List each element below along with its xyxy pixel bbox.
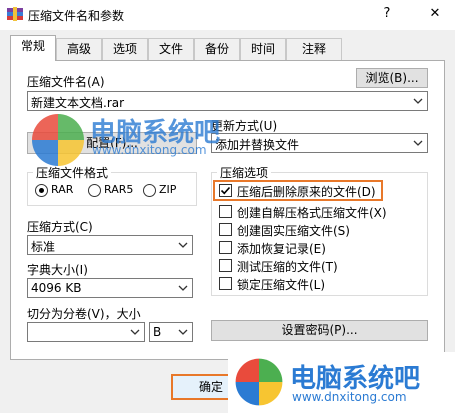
chevron-down-icon bbox=[178, 285, 188, 291]
chevron-down-icon bbox=[413, 140, 423, 146]
archive-name-input[interactable]: 新建文本文档.rar bbox=[27, 91, 428, 111]
winrar-icon bbox=[7, 7, 23, 21]
radio-rar5[interactable] bbox=[88, 184, 101, 197]
split-unit-select[interactable]: B bbox=[149, 322, 193, 342]
radio-rar5-label: RAR5 bbox=[104, 183, 134, 196]
option-label-test: 测试压缩的文件(T) bbox=[237, 260, 338, 274]
tab-comment[interactable]: 注释 bbox=[286, 38, 342, 60]
checkbox-solid[interactable] bbox=[219, 223, 232, 236]
dictionary-size-label: 字典大小(I) bbox=[27, 263, 88, 277]
watermark-logo-icon-bottom bbox=[235, 358, 283, 406]
close-button[interactable]: ✕ bbox=[424, 5, 446, 23]
watermark-url-top: www.dnxitong.com bbox=[92, 143, 207, 157]
set-password-button[interactable]: 设置密码(P)... bbox=[211, 320, 428, 341]
dictionary-size-select[interactable]: 4096 KB bbox=[27, 278, 193, 298]
option-label-delete-after: 压缩后删除原来的文件(D) bbox=[237, 185, 376, 199]
option-label-sfx: 创建自解压格式压缩文件(X) bbox=[237, 206, 387, 220]
update-mode-label: 更新方式(U) bbox=[211, 119, 278, 133]
radio-rar[interactable] bbox=[35, 184, 48, 197]
split-volume-input[interactable] bbox=[27, 322, 145, 342]
tab-advanced[interactable]: 高级 bbox=[56, 38, 102, 60]
option-label-lock: 锁定压缩文件(L) bbox=[237, 278, 326, 292]
tab-time[interactable]: 时间 bbox=[240, 38, 286, 60]
radio-zip[interactable] bbox=[143, 184, 156, 197]
tab-general[interactable]: 常规 bbox=[10, 35, 56, 61]
update-mode-select[interactable]: 添加并替换文件 bbox=[211, 133, 428, 153]
browse-button[interactable]: 浏览(B)... bbox=[356, 68, 428, 88]
checkmark-icon bbox=[220, 186, 231, 195]
watermark-logo-icon bbox=[32, 114, 84, 166]
archive-name-label: 压缩文件名(A) bbox=[27, 75, 105, 89]
tab-files[interactable]: 文件 bbox=[148, 38, 194, 60]
radio-rar-label: RAR bbox=[51, 183, 74, 196]
checkbox-delete-after[interactable] bbox=[219, 184, 232, 197]
compression-options-label: 压缩选项 bbox=[217, 164, 272, 181]
split-volume-label: 切分为分卷(V)，大小 bbox=[27, 307, 141, 321]
window-title: 压缩文件名和参数 bbox=[28, 9, 125, 23]
method-select[interactable]: 标准 bbox=[27, 235, 193, 255]
chevron-down-icon bbox=[130, 329, 140, 335]
chevron-down-icon bbox=[178, 242, 188, 248]
tab-backup[interactable]: 备份 bbox=[194, 38, 240, 60]
radio-zip-label: ZIP bbox=[159, 183, 177, 196]
watermark-url-bottom: www.dnxitong.com bbox=[292, 390, 407, 404]
help-button[interactable]: ? bbox=[376, 5, 398, 23]
option-label-recovery: 添加恢复记录(E) bbox=[237, 242, 326, 256]
checkbox-recovery[interactable] bbox=[219, 241, 232, 254]
method-label: 压缩方式(C) bbox=[27, 220, 93, 234]
tab-options[interactable]: 选项 bbox=[102, 38, 148, 60]
checkbox-lock[interactable] bbox=[219, 277, 232, 290]
chevron-down-icon bbox=[413, 98, 423, 104]
checkbox-sfx[interactable] bbox=[219, 205, 232, 218]
chevron-down-icon bbox=[178, 329, 188, 335]
option-label-solid: 创建固实压缩文件(S) bbox=[237, 224, 350, 238]
checkbox-test[interactable] bbox=[219, 259, 232, 272]
